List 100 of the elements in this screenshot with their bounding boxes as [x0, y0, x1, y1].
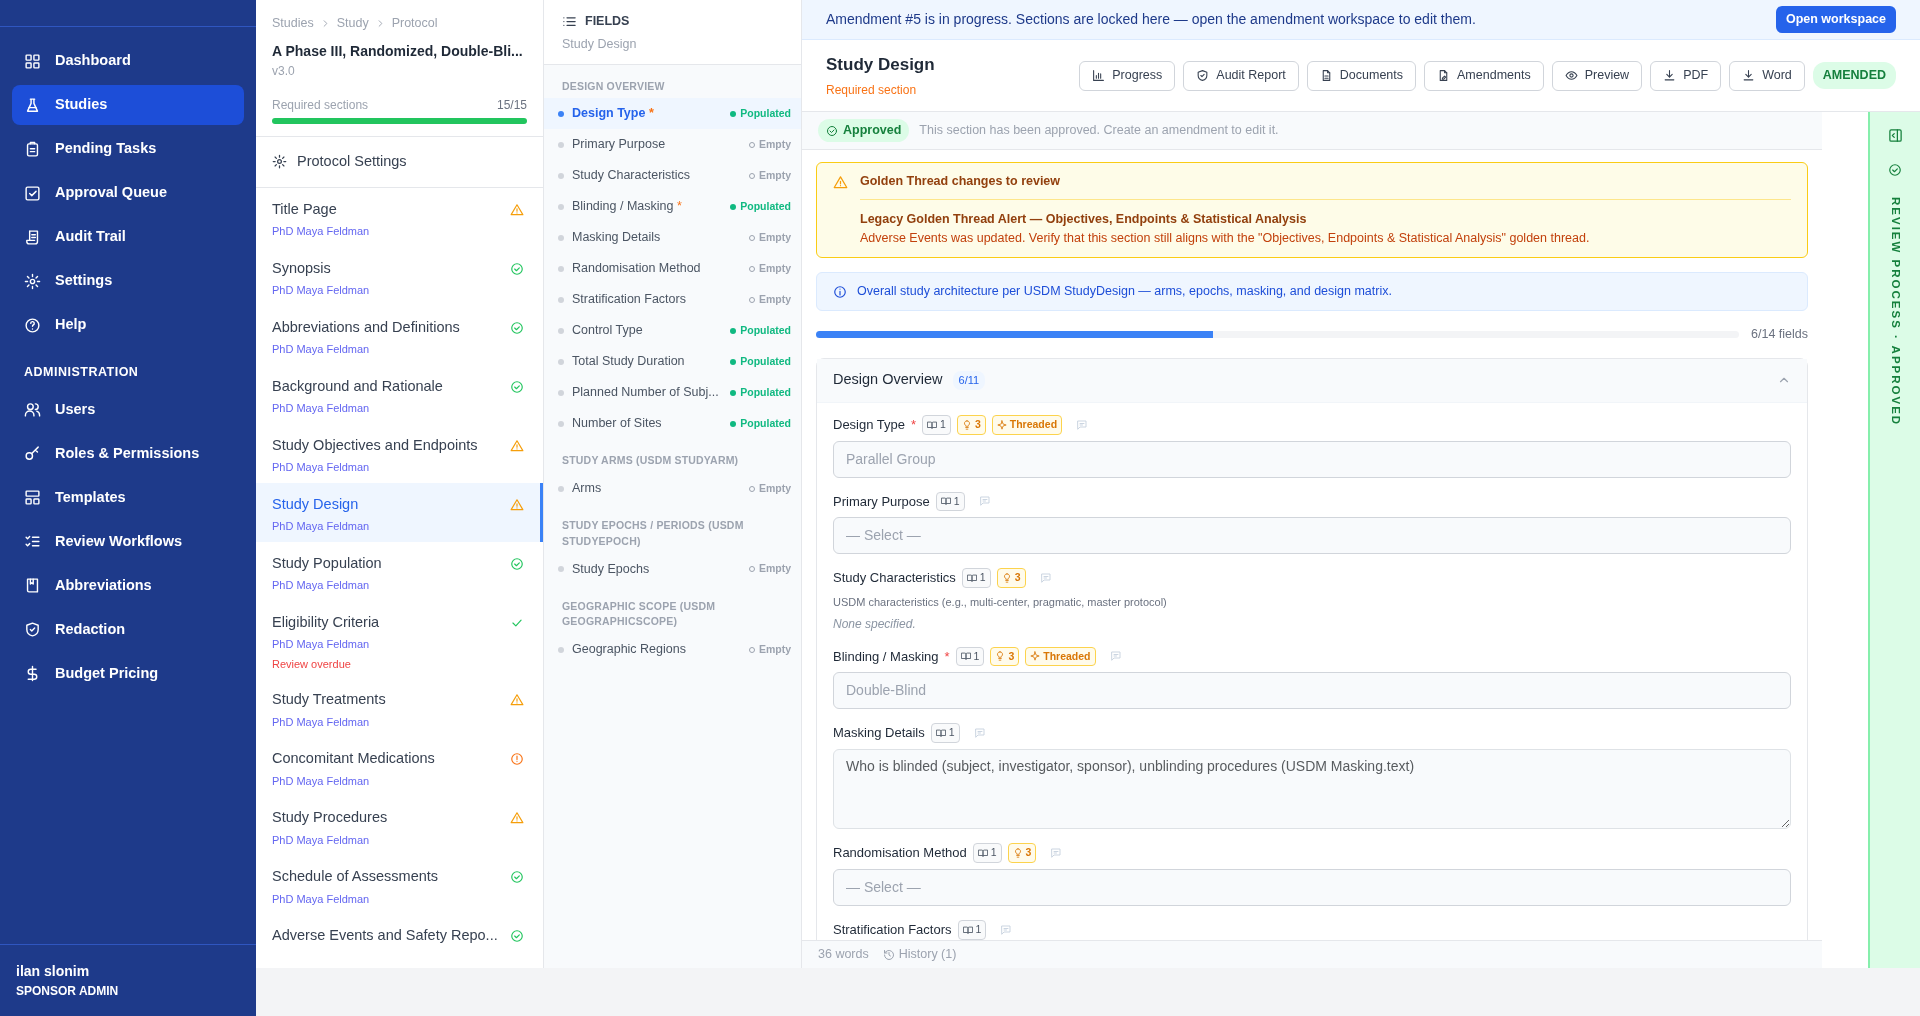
- bar-chart-icon: [1092, 69, 1106, 82]
- flask-icon: [24, 96, 41, 114]
- empty-value: None specified.: [833, 616, 916, 631]
- shield-icon: [1196, 69, 1210, 82]
- section-item[interactable]: Study Treatments PhD Maya Feldman: [256, 678, 543, 738]
- toolbar-button[interactable]: PDF: [1650, 60, 1722, 91]
- section-item[interactable]: Study Design PhD Maya Feldman: [256, 482, 543, 542]
- comment-icon: [978, 495, 991, 508]
- field-item[interactable]: Primary Purpose Empty: [544, 129, 801, 161]
- field-item[interactable]: Total Study Duration Populated: [544, 346, 801, 378]
- check-circle-icon: [510, 261, 524, 276]
- field-label: Randomisation Method: [833, 844, 967, 863]
- status-label: Populated: [730, 198, 791, 215]
- nav-item[interactable]: Dashboard: [12, 41, 244, 81]
- alert-subtitle: Legacy Golden Thread Alert — Objectives, Endpoints & Statistical Analysis: [860, 211, 1307, 226]
- progress-reading: 6/14 fields: [1751, 326, 1808, 343]
- reference-chip[interactable]: 1: [957, 919, 987, 940]
- required-marker: *: [676, 199, 682, 214]
- panel-subtitle: Study Design: [562, 36, 637, 51]
- card-header[interactable]: Design Overview 6/11: [817, 358, 1807, 403]
- field-item[interactable]: Planned Number of Subj... Populated: [544, 377, 801, 409]
- reference-chip[interactable]: 1: [935, 491, 965, 512]
- section-item[interactable]: Concomitant Medications PhD Maya Feldman: [256, 737, 543, 797]
- reference-chip[interactable]: 1: [930, 723, 960, 743]
- field-item[interactable]: Geographic Regions Empty: [544, 634, 801, 665]
- field-item[interactable]: Study Characteristics Empty: [544, 160, 801, 192]
- text-area[interactable]: Who is blinded (subject, investigator, sponsor), unblinding procedures (USDM Masking.text): [833, 749, 1791, 829]
- toolbar-button[interactable]: Word: [1729, 60, 1805, 91]
- section-item[interactable]: Synopsis PhD Maya Feldman: [256, 246, 543, 306]
- nav-item[interactable]: Budget Pricing: [12, 653, 244, 694]
- nav-item[interactable]: Approval Queue: [12, 173, 244, 213]
- section-item[interactable]: Background and Rationale PhD Maya Feldman: [256, 364, 543, 424]
- panel-toggle-icon: [1887, 128, 1903, 143]
- nav-item[interactable]: Redaction: [12, 609, 244, 650]
- comment-icon: [1000, 923, 1013, 936]
- status-label: Empty: [748, 561, 791, 577]
- warning-icon: [510, 693, 524, 708]
- group-heading: STUDY EPOCHS / PERIODS (USDM STUDYEPOCH): [561, 518, 745, 549]
- nav-item[interactable]: Settings: [12, 261, 244, 301]
- section-item[interactable]: Adverse Events and Safety Repo...: [256, 914, 543, 968]
- checkbox-icon: [24, 184, 41, 202]
- lightbulb-icon: [1001, 573, 1012, 584]
- reference-chip[interactable]: 1: [972, 843, 1002, 863]
- nav-item[interactable]: Review Workflows: [12, 521, 244, 562]
- field-item[interactable]: Stratification Factors Empty: [544, 284, 801, 316]
- help-icon: [24, 316, 41, 334]
- field-label: Study Characteristics: [833, 569, 956, 588]
- toolbar-button[interactable]: Audit Report: [1183, 60, 1299, 91]
- eye-icon: [1564, 69, 1578, 82]
- layout-icon: [24, 489, 41, 507]
- section-title: Study Design: [826, 53, 935, 76]
- required-marker: *: [944, 647, 950, 666]
- field-item[interactable]: Control Type Populated: [544, 315, 801, 347]
- status-label: Empty: [748, 136, 791, 153]
- section-item[interactable]: Schedule of Assessments PhD Maya Feldman: [256, 855, 543, 915]
- nav-item[interactable]: Pending Tasks: [12, 129, 244, 169]
- nav-item[interactable]: Help: [12, 305, 244, 345]
- nav-item[interactable]: Abbreviations: [12, 565, 244, 606]
- section-item[interactable]: Study Procedures PhD Maya Feldman: [256, 796, 543, 856]
- section-item[interactable]: Study Objectives and Endpoints PhD Maya Feldman: [256, 423, 543, 483]
- settings-link[interactable]: Protocol Settings: [256, 136, 543, 188]
- toolbar-button[interactable]: Documents: [1306, 60, 1417, 91]
- field-label: Stratification Factors: [833, 920, 952, 939]
- field-item[interactable]: Masking Details Empty: [544, 222, 801, 254]
- required-marker: *: [648, 106, 654, 121]
- comment-icon: [1039, 572, 1052, 585]
- toolbar-button[interactable]: Preview: [1551, 60, 1643, 91]
- field-item[interactable]: Randomisation Method Empty: [544, 253, 801, 285]
- section-item[interactable]: Eligibility Criteria PhD Maya Feldman Review overdue: [256, 600, 543, 679]
- toolbar-button[interactable]: Amendments: [1424, 60, 1544, 91]
- reference-chip[interactable]: 1: [922, 414, 951, 435]
- open-workspace-button[interactable]: Open workspace: [1775, 6, 1896, 33]
- users-icon: [24, 401, 41, 419]
- field-item[interactable]: Study Epochs Empty: [544, 553, 801, 585]
- field-item[interactable]: Blinding / Masking * Populated: [544, 191, 801, 223]
- field-label: Primary Purpose: [833, 492, 930, 511]
- field-item[interactable]: Design Type * Populated: [544, 98, 801, 130]
- section-item[interactable]: Abbreviations and Definitions PhD Maya Feldman: [256, 305, 543, 365]
- toolbar-button[interactable]: Progress: [1079, 60, 1176, 91]
- reference-chip[interactable]: 1: [961, 568, 991, 588]
- version-label: v3.0: [272, 63, 295, 78]
- field-item[interactable]: Arms Empty: [544, 473, 801, 504]
- check-circle-icon: [826, 124, 838, 137]
- card-title: Design Overview: [833, 370, 943, 390]
- nav-item[interactable]: Roles & Permissions: [12, 433, 244, 474]
- scroll-icon: [24, 228, 41, 246]
- nav-item[interactable]: Studies: [12, 85, 244, 125]
- nav-item[interactable]: Users: [12, 389, 244, 430]
- banner-message: Amendment #5 is in progress. Sections are locked here — open the amendment workspace to edit them.: [826, 10, 1476, 29]
- field-item[interactable]: Number of Sites Populated: [544, 408, 801, 440]
- nav-item[interactable]: Templates: [12, 477, 244, 518]
- section-item[interactable]: Study Population PhD Maya Feldman: [256, 541, 543, 601]
- download-icon: [1663, 69, 1677, 82]
- section-subtitle: Required section: [826, 82, 918, 100]
- word-count: 36 words: [818, 946, 869, 964]
- book-icon: [977, 847, 988, 858]
- section-item[interactable]: Title Page PhD Maya Feldman: [256, 187, 543, 247]
- book-icon: [960, 651, 971, 662]
- reference-chip[interactable]: 1: [955, 646, 985, 667]
- nav-item[interactable]: Audit Trail: [12, 217, 244, 257]
